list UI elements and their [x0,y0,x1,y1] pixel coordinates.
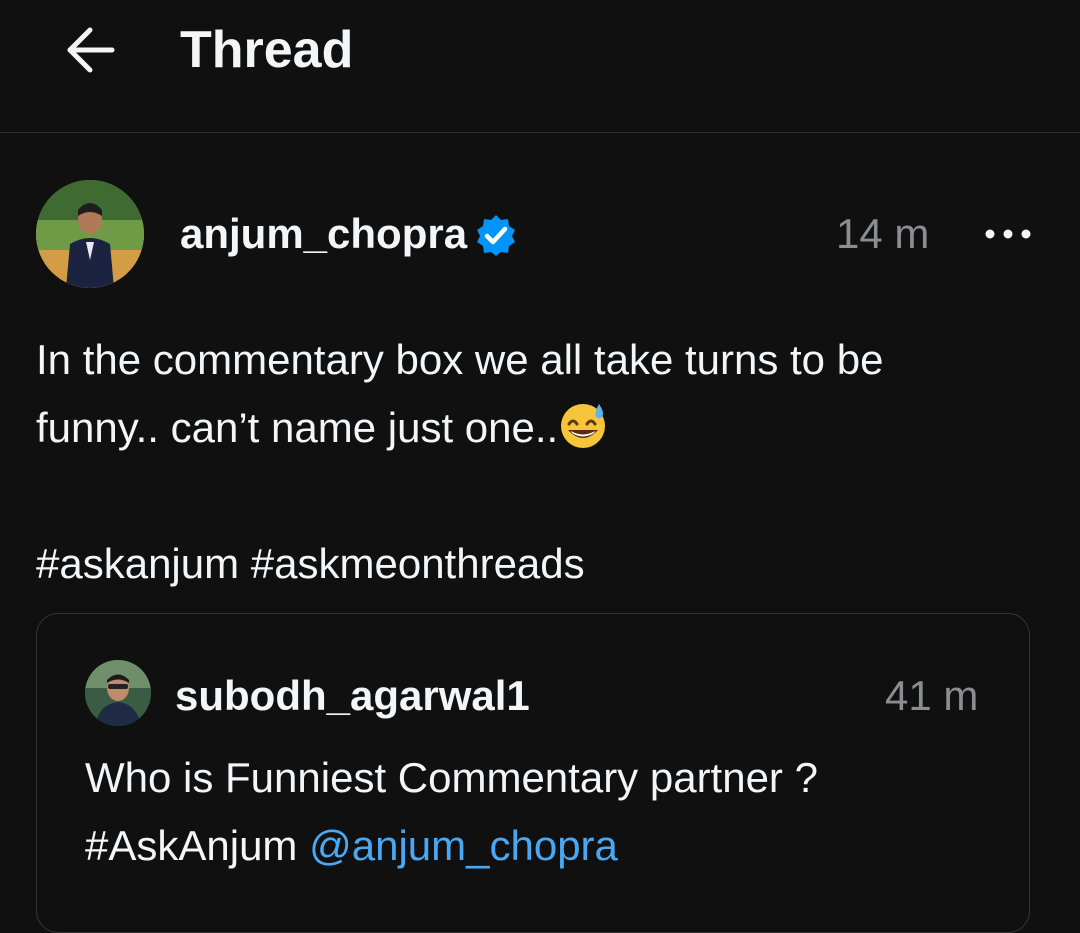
post-body: In the commentary box we all take turns … [36,326,1036,462]
back-button[interactable] [58,22,122,78]
quoted-post-card[interactable]: subodh_agarwal1 41 m Who is Funniest Com… [36,613,1030,933]
quoted-body: Who is Funniest Commentary partner ? #As… [85,744,1005,880]
profile-photo [36,180,144,288]
post-timestamp: 14 m [836,210,930,257]
more-horizontal-icon [985,229,1031,239]
hashtag-link[interactable]: #askanjum [36,540,239,587]
post-text-line: In the commentary box we all take turns … [36,336,884,383]
post-text-line: funny.. can’t name just one.. [36,404,559,451]
quoted-avatar[interactable] [85,660,151,726]
profile-photo [85,660,151,726]
verified-badge-icon [477,215,515,256]
post-username[interactable]: anjum_chopra [180,208,467,260]
quoted-username[interactable]: subodh_agarwal1 [175,670,530,722]
quoted-text-line: Who is Funniest Commentary partner ? [85,754,818,801]
quoted-timestamp: 41 m [885,672,979,719]
hashtag-link[interactable]: #askmeonthreads [251,540,585,587]
post-hashtags: #askanjum #askmeonthreads [36,530,585,598]
hashtag-link[interactable]: #AskAnjum [85,822,297,869]
avatar[interactable] [36,180,144,288]
arrow-left-icon [67,27,115,73]
top-bar: Thread [0,0,1080,133]
grinning-face-with-sweat-emoji [561,404,606,448]
page-title: Thread [180,21,354,79]
more-options-button[interactable] [978,216,1038,252]
mention-link[interactable]: @anjum_chopra [309,822,618,869]
